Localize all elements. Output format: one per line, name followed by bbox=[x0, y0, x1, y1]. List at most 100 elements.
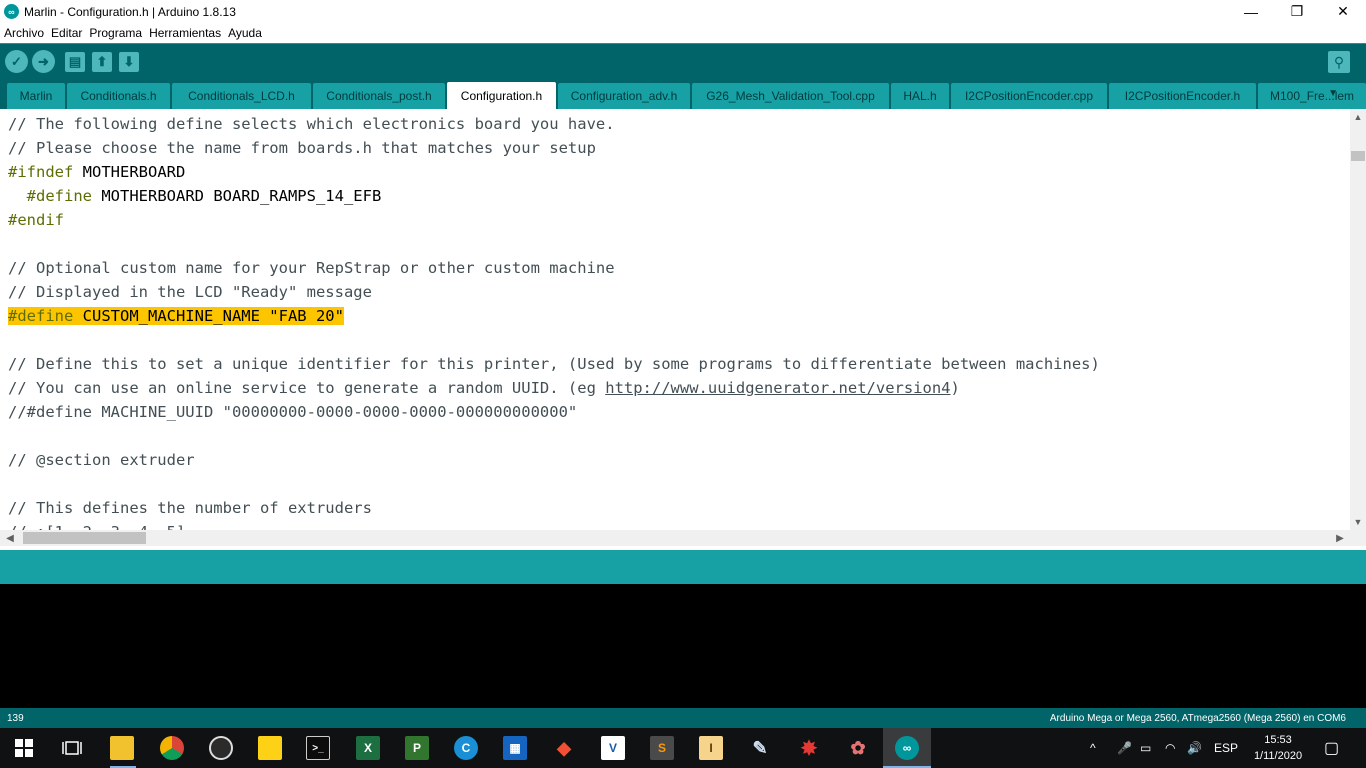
calculator-icon[interactable]: ▦ bbox=[503, 736, 527, 760]
close-button[interactable]: ✕ bbox=[1320, 0, 1366, 23]
menu-programa[interactable]: Programa bbox=[89, 26, 142, 40]
menu-ayuda[interactable]: Ayuda bbox=[228, 26, 262, 40]
tab-conditionals-post[interactable]: Conditionals_post.h bbox=[313, 83, 445, 109]
status-bar: 139 Arduino Mega or Mega 2560, ATmega256… bbox=[0, 708, 1366, 728]
line-number: 139 bbox=[7, 713, 24, 724]
upload-button[interactable]: ➜ bbox=[32, 50, 55, 73]
preprocessor-keyword: #ifndef bbox=[8, 163, 74, 181]
code-text: CUSTOM_MACHINE_NAME "FAB 20" bbox=[73, 307, 344, 325]
scroll-right-icon[interactable]: ▶ bbox=[1332, 530, 1348, 546]
code-line: // The following define selects which el… bbox=[8, 115, 615, 133]
code-line: // @section extruder bbox=[8, 451, 195, 469]
title-bar: ∞ Marlin - Configuration.h | Arduino 1.8… bbox=[0, 0, 1366, 23]
notifications-icon[interactable]: ▢ bbox=[1324, 728, 1339, 768]
scrollbar-corner bbox=[1350, 530, 1366, 546]
arrow-up-icon: ⬆ bbox=[96, 54, 108, 69]
scroll-up-icon[interactable]: ▲ bbox=[1350, 109, 1366, 125]
scroll-left-icon[interactable]: ◀ bbox=[2, 530, 18, 546]
input-language[interactable]: ESP bbox=[1214, 728, 1238, 768]
chevron-up-icon[interactable]: ^ bbox=[1090, 728, 1096, 768]
code-line: // Define this to set a unique identifie… bbox=[8, 355, 1100, 373]
code-line: //#define MACHINE_UUID "00000000-0000-00… bbox=[8, 403, 578, 421]
window-controls: — ❐ ✕ bbox=[1228, 0, 1366, 23]
code-line: // This defines the number of extruders bbox=[8, 499, 372, 517]
board-port-status: Arduino Mega or Mega 2560, ATmega2560 (M… bbox=[1049, 713, 1346, 724]
window-title: Marlin - Configuration.h | Arduino 1.8.1… bbox=[24, 4, 236, 19]
menu-editar[interactable]: Editar bbox=[51, 26, 82, 40]
volume-icon[interactable]: 🔊 bbox=[1187, 728, 1202, 768]
visual-studio-icon[interactable]: V bbox=[601, 736, 625, 760]
serial-monitor-button[interactable]: ⚲ bbox=[1328, 51, 1350, 73]
vertical-scroll-thumb[interactable] bbox=[1351, 151, 1365, 161]
menu-archivo[interactable]: Archivo bbox=[4, 26, 44, 40]
project-icon[interactable]: P bbox=[405, 736, 429, 760]
chrome-icon[interactable] bbox=[160, 736, 184, 760]
minimize-button[interactable]: — bbox=[1228, 0, 1274, 23]
tab-m100-label: M100_Fre bbox=[1270, 89, 1325, 103]
tab-conditionals[interactable]: Conditionals.h bbox=[67, 83, 170, 109]
clock-date: 1/11/2020 bbox=[1253, 750, 1303, 762]
tab-configuration-adv[interactable]: Configuration_adv.h bbox=[558, 83, 690, 109]
wifi-icon[interactable]: ◠ bbox=[1165, 728, 1175, 768]
menu-herramientas[interactable]: Herramientas bbox=[149, 26, 221, 40]
red-app-icon[interactable]: ✸ bbox=[797, 736, 821, 760]
uuid-generator-link[interactable]: http://www.uuidgenerator.net/version4 bbox=[605, 379, 950, 397]
new-sketch-button[interactable]: ▤ bbox=[65, 52, 85, 72]
clock-time: 15:53 bbox=[1264, 734, 1292, 746]
sublime-icon[interactable]: S bbox=[650, 736, 674, 760]
microphone-icon[interactable]: 🎤 bbox=[1117, 728, 1132, 768]
preprocessor-keyword: #define bbox=[8, 307, 74, 325]
code-text: MOTHERBOARD BOARD_RAMPS_14_EFB bbox=[92, 187, 382, 205]
file-explorer-icon[interactable] bbox=[110, 736, 134, 760]
menu-bar: Archivo Editar Programa Herramientas Ayu… bbox=[0, 23, 1366, 42]
horizontal-scrollbar[interactable]: ◀ ▶ bbox=[0, 530, 1350, 546]
excel-icon[interactable]: X bbox=[356, 736, 380, 760]
tab-menu-icon[interactable]: ▼ bbox=[1328, 88, 1338, 99]
windows-start-icon[interactable] bbox=[12, 736, 36, 760]
horizontal-scroll-thumb[interactable] bbox=[23, 532, 146, 544]
system-clock[interactable]: 15:53 1/11/2020 bbox=[1245, 732, 1311, 764]
tab-i2c-encoder-h[interactable]: I2CPositionEncoder.h bbox=[1109, 83, 1256, 109]
arrow-down-icon: ⬇ bbox=[123, 54, 135, 69]
sticky-notes-icon[interactable] bbox=[258, 736, 282, 760]
tab-conditionals-lcd[interactable]: Conditionals_LCD.h bbox=[172, 83, 311, 109]
tab-configuration[interactable]: Configuration.h bbox=[447, 82, 556, 109]
brush-app-icon[interactable]: ✿ bbox=[846, 736, 870, 760]
code-line: #ifndef MOTHERBOARD bbox=[8, 160, 185, 184]
paint-icon[interactable]: ✎ bbox=[748, 736, 772, 760]
magnifier-icon: ⚲ bbox=[1333, 53, 1345, 70]
arduino-infinity-icon: ∞ bbox=[4, 4, 19, 19]
scroll-down-icon[interactable]: ▼ bbox=[1350, 514, 1366, 530]
cura-icon[interactable]: C bbox=[454, 736, 478, 760]
code-text: ) bbox=[950, 379, 960, 397]
task-view-icon[interactable] bbox=[60, 736, 84, 760]
save-button[interactable]: ⬇ bbox=[119, 52, 139, 72]
toolbar: ✓ ➜ ▤ ⬆ ⬇ ⚲ bbox=[0, 43, 1366, 78]
git-icon[interactable]: ◆ bbox=[552, 736, 576, 760]
code-text: MOTHERBOARD bbox=[73, 163, 186, 181]
tab-marlin[interactable]: Marlin bbox=[7, 83, 65, 109]
terminal-icon[interactable]: >_ bbox=[306, 736, 330, 760]
tab-hal[interactable]: HAL.h bbox=[891, 83, 949, 109]
tab-m100-free-memory[interactable]: M100_Fre ...lem bbox=[1258, 83, 1366, 109]
code-text: // You can use an online service to gene… bbox=[8, 379, 606, 397]
tab-i2c-encoder-cpp[interactable]: I2CPositionEncoder.cpp bbox=[951, 83, 1107, 109]
maximize-button[interactable]: ❐ bbox=[1274, 0, 1320, 23]
battery-icon[interactable]: ▭ bbox=[1140, 728, 1151, 768]
search-highlight: #define CUSTOM_MACHINE_NAME "FAB 20" bbox=[8, 307, 344, 325]
code-line: #define MOTHERBOARD BOARD_RAMPS_14_EFB bbox=[8, 184, 382, 208]
console-output[interactable] bbox=[0, 584, 1366, 708]
code-line: // Optional custom name for your RepStra… bbox=[8, 259, 615, 277]
message-area bbox=[0, 550, 1366, 584]
verify-button[interactable]: ✓ bbox=[5, 50, 28, 73]
obs-icon[interactable] bbox=[209, 736, 233, 760]
inkscape-icon[interactable]: I bbox=[699, 736, 723, 760]
tab-g26-mesh-validation[interactable]: G26_Mesh_Validation_Tool.cpp bbox=[692, 83, 889, 109]
arduino-icon[interactable]: ∞ bbox=[895, 736, 919, 760]
code-line: // You can use an online service to gene… bbox=[8, 376, 960, 400]
code-editor[interactable]: // The following define selects which el… bbox=[0, 109, 1350, 530]
tab-bar: Marlin Conditionals.h Conditionals_LCD.h… bbox=[0, 78, 1366, 109]
vertical-scrollbar[interactable]: ▲ ▼ bbox=[1350, 109, 1366, 530]
open-button[interactable]: ⬆ bbox=[92, 52, 112, 72]
